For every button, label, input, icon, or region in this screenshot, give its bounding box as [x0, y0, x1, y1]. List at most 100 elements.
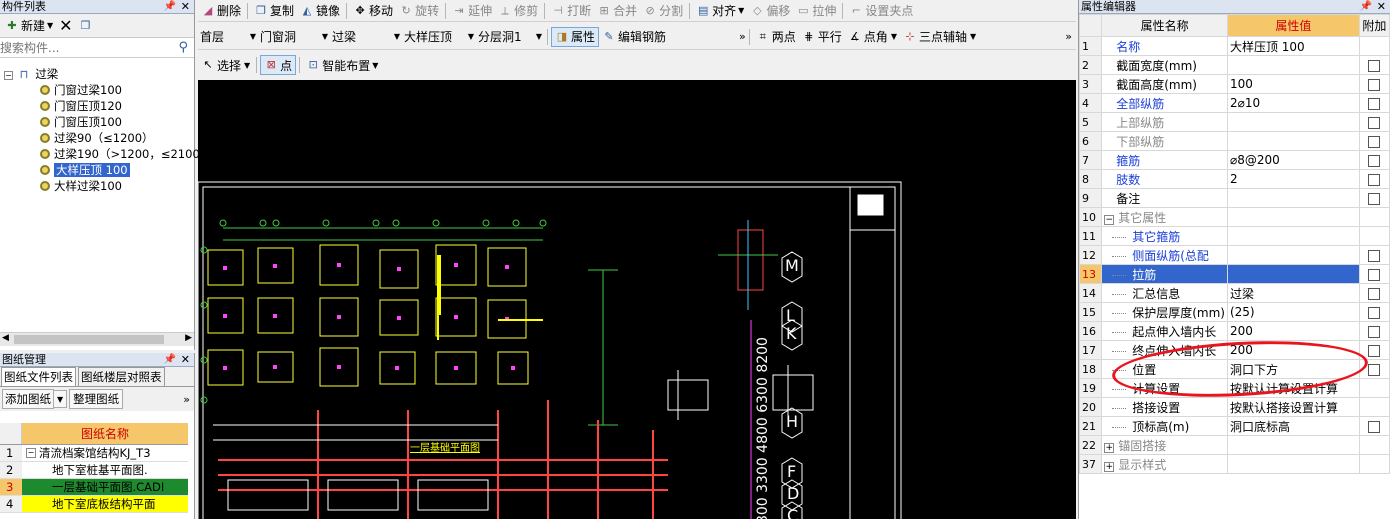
property-row[interactable]: 14 汇总信息 过梁 [1078, 283, 1390, 303]
type-select[interactable]: 过梁 ▼ [330, 27, 402, 47]
edit-rebar-button[interactable]: ✎ 编辑钢筋 [599, 27, 669, 47]
additional-checkbox[interactable] [1368, 344, 1381, 357]
additional-checkbox[interactable] [1368, 268, 1381, 281]
property-row[interactable]: 2 截面宽度(mm) [1078, 55, 1390, 75]
three-point-axis-button[interactable]: ⊹ 三点辅轴 ▼ [900, 27, 979, 47]
property-value[interactable] [1226, 226, 1360, 246]
additional-checkbox[interactable] [1368, 306, 1381, 319]
property-value[interactable]: 过梁 [1226, 283, 1360, 303]
collapse-icon[interactable]: − [1104, 214, 1115, 225]
property-value[interactable] [1226, 112, 1360, 132]
search-input[interactable] [0, 40, 170, 56]
property-row[interactable]: 8 肢数 2 [1078, 169, 1390, 189]
scroll-thumb[interactable] [14, 335, 164, 344]
property-row[interactable]: 16 起点伸入墙内长 200 [1078, 321, 1390, 341]
drawing-row[interactable]: 1 − 清流档案馆结构KJ_T3 [0, 445, 188, 462]
additional-checkbox[interactable] [1368, 78, 1381, 91]
additional-checkbox[interactable] [1368, 420, 1381, 433]
trim-tool-button[interactable]: ⟂ 修剪 [495, 1, 541, 21]
property-value[interactable]: 100 [1226, 74, 1360, 94]
expand-icon[interactable]: + [1104, 461, 1115, 472]
tree-item[interactable]: 大样过梁100 [0, 178, 195, 194]
additional-checkbox[interactable] [1368, 97, 1381, 110]
copy-button[interactable]: ❐ [76, 16, 98, 36]
rotate-tool-button[interactable]: ↻ 旋转 [396, 1, 442, 21]
property-value[interactable] [1226, 435, 1360, 455]
property-value[interactable]: 按默认搭接设置计算 [1226, 397, 1360, 417]
layer-select[interactable]: 分层洞1 ▼ [476, 27, 544, 47]
property-value[interactable]: (25) [1226, 302, 1360, 322]
merge-tool-button[interactable]: ⊞ 合并 [594, 1, 640, 21]
horizontal-scrollbar[interactable]: ◀ ▶ [0, 332, 194, 346]
add-drawing-button[interactable]: 添加图纸 [2, 389, 54, 409]
attribute-button[interactable]: ◨ 属性 [551, 26, 600, 47]
close-icon[interactable]: ✕ [181, 0, 190, 13]
select-button[interactable]: ↖ 选择 ▼ [198, 55, 253, 75]
two-point-button[interactable]: ⌗ 两点 [753, 27, 799, 47]
property-row[interactable]: 20 搭接设置 按默认搭接设置计算 [1078, 397, 1390, 417]
property-row[interactable]: 6 下部纵筋 [1078, 131, 1390, 151]
additional-checkbox[interactable] [1368, 154, 1381, 167]
expand-icon[interactable]: + [1104, 442, 1115, 453]
close-icon[interactable]: ✕ [1377, 0, 1386, 13]
property-row[interactable]: 15 保护层厚度(mm) (25) [1078, 302, 1390, 322]
tree-item[interactable]: 过梁190（>1200，≤2100 [0, 146, 200, 162]
property-value[interactable] [1226, 264, 1360, 284]
cad-canvas[interactable]: 一层基础平面图 M L K H F D C 4800 3300 4800 630… [198, 80, 1076, 519]
additional-checkbox[interactable] [1368, 249, 1381, 262]
scroll-left-icon[interactable]: ◀ [2, 333, 9, 343]
point-angle-button[interactable]: ∡ 点角 ▼ [845, 27, 900, 47]
additional-checkbox[interactable] [1368, 192, 1381, 205]
search-icon[interactable]: ⚲ [178, 40, 188, 55]
property-row[interactable]: 10− 其它属性 [1078, 207, 1390, 227]
additional-checkbox[interactable] [1368, 363, 1381, 376]
drawing-row[interactable]: 2 地下室桩基平面图. [0, 462, 188, 479]
property-row[interactable]: 3 截面高度(mm) 100 [1078, 74, 1390, 94]
delete-button[interactable]: ✕ [56, 16, 75, 36]
scroll-right-icon[interactable]: ▶ [185, 333, 192, 343]
property-row[interactable]: 9 备注 [1078, 188, 1390, 208]
tree-item[interactable]: 门窗压顶100 [0, 114, 195, 130]
grip-setting-button[interactable]: ⌐ 设置夹点 [846, 1, 916, 21]
break-tool-button[interactable]: ⊣ 打断 [548, 1, 594, 21]
add-drawing-dropdown[interactable]: ▼ [54, 390, 68, 408]
tree-item[interactable]: 门窗过梁100 [0, 82, 195, 98]
property-value[interactable]: 2⌀10 [1226, 93, 1360, 113]
property-value[interactable] [1226, 454, 1360, 474]
property-value[interactable] [1226, 245, 1360, 265]
parallel-button[interactable]: ⋕ 平行 [799, 27, 845, 47]
drawing-row-active[interactable]: 3 一层基础平面图.CADI [0, 479, 188, 496]
property-value[interactable]: ⌀8@200 [1226, 150, 1360, 170]
property-value[interactable]: 大样压顶 100 [1226, 36, 1360, 56]
collapse-icon[interactable]: − [4, 71, 13, 80]
align-tool-button[interactable]: ▤ 对齐 ▼ [693, 1, 747, 21]
more-icon[interactable]: » [739, 30, 746, 43]
tab-drawing-files[interactable]: 图纸文件列表 [1, 367, 76, 386]
additional-checkbox[interactable] [1368, 135, 1381, 148]
property-row[interactable]: 22 + 锚固搭接 [1078, 435, 1390, 455]
property-value[interactable] [1226, 131, 1360, 151]
property-row[interactable]: 11 其它箍筋 [1078, 226, 1390, 246]
property-value[interactable]: 2 [1226, 169, 1360, 189]
tree-item[interactable]: 门窗压顶120 [0, 98, 195, 114]
more-icon[interactable]: » [1065, 30, 1072, 43]
copy-tool-button[interactable]: ❐ 复制 [251, 1, 297, 21]
property-value[interactable] [1226, 55, 1360, 75]
property-value[interactable]: 200 [1226, 321, 1360, 341]
floor-select[interactable]: 首层 ▼ [198, 27, 258, 47]
split-tool-button[interactable]: ⊘ 分割 [640, 1, 686, 21]
offset-tool-button[interactable]: ◇ 偏移 [747, 1, 793, 21]
close-icon[interactable]: ✕ [181, 353, 190, 366]
property-value[interactable] [1226, 188, 1360, 208]
tree-root[interactable]: − ⊓ 过梁 [0, 66, 195, 82]
additional-checkbox[interactable] [1368, 287, 1381, 300]
category-select[interactable]: 门窗洞 ▼ [258, 27, 330, 47]
delete-tool-button[interactable]: ◢ 删除 [198, 1, 244, 21]
item-select[interactable]: 大样压顶 ▼ [402, 27, 476, 47]
new-button[interactable]: ✚ 新建 ▼ [2, 16, 56, 36]
collapse-icon[interactable]: − [26, 448, 36, 458]
property-value[interactable]: 洞口底标高 [1226, 416, 1360, 436]
additional-checkbox[interactable] [1368, 116, 1381, 129]
pin-icon[interactable]: 📌 [164, 0, 176, 13]
property-row[interactable]: 1 名称 大样压顶 100 [1078, 36, 1390, 56]
